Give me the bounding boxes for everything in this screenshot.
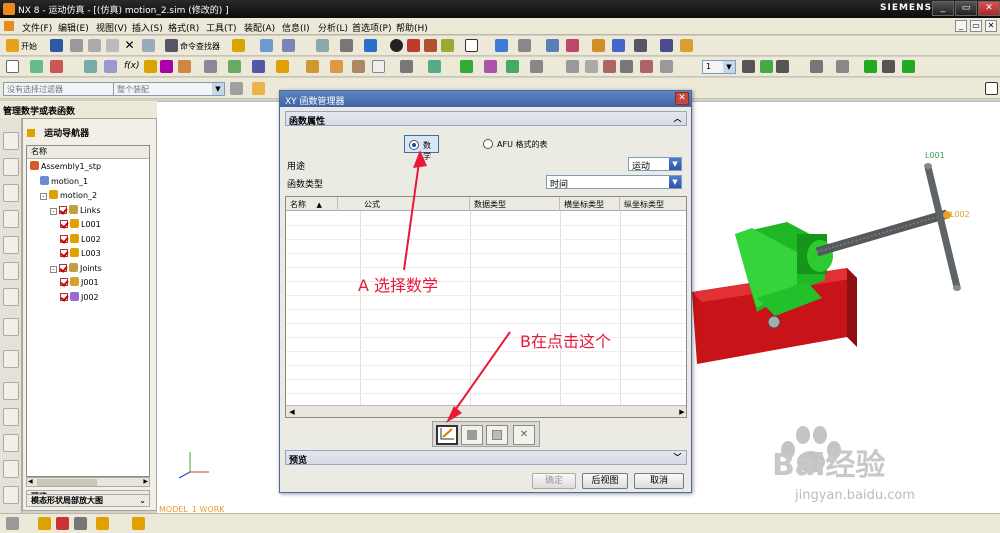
annotation-a-text: A 选择数学	[358, 276, 439, 295]
status-icon-4[interactable]	[74, 517, 87, 530]
annotation-b-text: B在点击这个	[520, 332, 611, 351]
annotation-arrow-a	[403, 154, 421, 271]
status-icon-3[interactable]	[56, 517, 69, 530]
annotation-arrow-b	[450, 331, 511, 417]
status-icon-1[interactable]	[6, 517, 19, 530]
status-icon-5[interactable]	[96, 517, 109, 530]
baidu-watermark: Bai经验 jingyan.baidu.com	[770, 420, 990, 515]
status-bar	[0, 513, 1000, 533]
status-icon-2[interactable]	[38, 517, 51, 530]
annotation-arrowhead-a	[413, 150, 427, 168]
annotation-arrowhead-b	[446, 406, 462, 423]
watermark-url: jingyan.baidu.com	[795, 488, 915, 503]
status-icon-6[interactable]	[132, 517, 145, 530]
watermark-text: Bai经验	[772, 448, 886, 483]
